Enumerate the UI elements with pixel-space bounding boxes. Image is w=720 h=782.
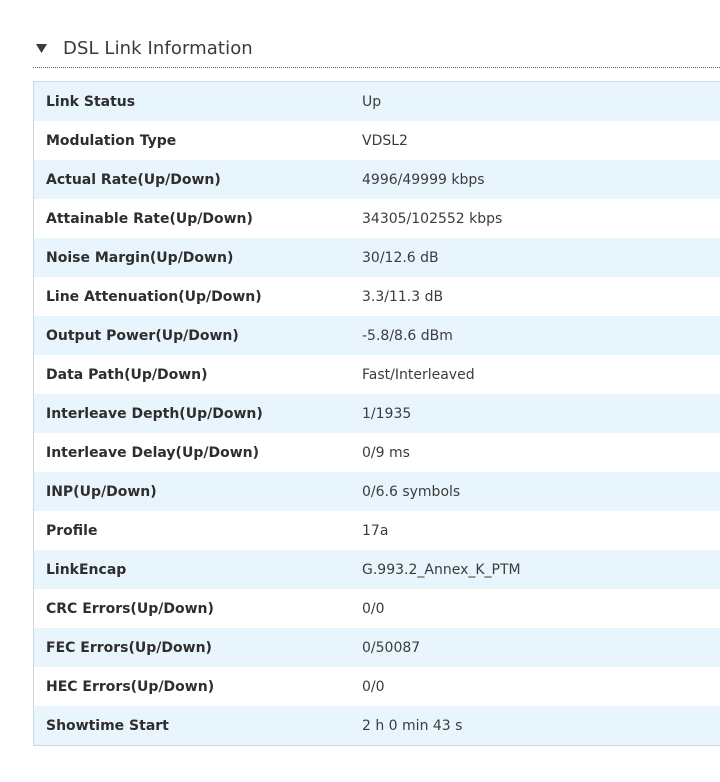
row-value: 4996/49999 kbps [362,160,720,199]
row-label: Interleave Delay(Up/Down) [33,433,362,472]
dsl-link-info-header[interactable]: DSL Link Information [34,30,720,66]
table-row: Link Status Up [33,81,720,121]
row-value: 34305/102552 kbps [362,199,720,238]
row-label: Noise Margin(Up/Down) [33,238,362,277]
row-value: 30/12.6 dB [362,238,720,277]
row-label: Output Power(Up/Down) [33,316,362,355]
row-label: FEC Errors(Up/Down) [33,628,362,667]
row-value: 17a [362,511,720,550]
row-value: -5.8/8.6 dBm [362,316,720,355]
table-row: Profile 17a [33,511,720,550]
table-row: FEC Errors(Up/Down) 0/50087 [33,628,720,667]
row-value: 0/0 [362,667,720,706]
row-label: Modulation Type [33,121,362,160]
row-label: Profile [33,511,362,550]
table-row: HEC Errors(Up/Down) 0/0 [33,667,720,706]
table-row: Modulation Type VDSL2 [33,121,720,160]
row-value: G.993.2_Annex_K_PTM [362,550,720,589]
row-value: 0/50087 [362,628,720,667]
table-row: CRC Errors(Up/Down) 0/0 [33,589,720,628]
row-label: Actual Rate(Up/Down) [33,160,362,199]
row-value: 1/1935 [362,394,720,433]
table-row: LinkEncap G.993.2_Annex_K_PTM [33,550,720,589]
section-title: DSL Link Information [63,37,253,59]
dsl-link-info-table: Link Status Up Modulation Type VDSL2 Act… [33,81,720,746]
table-row: Noise Margin(Up/Down) 30/12.6 dB [33,238,720,277]
row-value: Fast/Interleaved [362,355,720,394]
row-value: 0/0 [362,589,720,628]
table-row: Output Power(Up/Down) -5.8/8.6 dBm [33,316,720,355]
table-row: Showtime Start 2 h 0 min 43 s [33,706,720,746]
row-label: LinkEncap [33,550,362,589]
table-row: Interleave Delay(Up/Down) 0/9 ms [33,433,720,472]
row-value: Up [362,81,720,121]
triangle-down-icon[interactable] [36,44,47,54]
table-row: Interleave Depth(Up/Down) 1/1935 [33,394,720,433]
row-label: Data Path(Up/Down) [33,355,362,394]
table-row: Data Path(Up/Down) Fast/Interleaved [33,355,720,394]
row-label: Showtime Start [33,706,362,746]
table-row: Attainable Rate(Up/Down) 34305/102552 kb… [33,199,720,238]
row-value: 0/9 ms [362,433,720,472]
row-value: 2 h 0 min 43 s [362,706,720,746]
table-row: Actual Rate(Up/Down) 4996/49999 kbps [33,160,720,199]
row-label: Attainable Rate(Up/Down) [33,199,362,238]
row-label: HEC Errors(Up/Down) [33,667,362,706]
row-value: VDSL2 [362,121,720,160]
row-label: CRC Errors(Up/Down) [33,589,362,628]
row-label: INP(Up/Down) [33,472,362,511]
row-label: Link Status [33,81,362,121]
row-value: 0/6.6 symbols [362,472,720,511]
row-label: Interleave Depth(Up/Down) [33,394,362,433]
table-row: Line Attenuation(Up/Down) 3.3/11.3 dB [33,277,720,316]
section-divider [33,67,720,68]
row-label: Line Attenuation(Up/Down) [33,277,362,316]
table-row: INP(Up/Down) 0/6.6 symbols [33,472,720,511]
row-value: 3.3/11.3 dB [362,277,720,316]
